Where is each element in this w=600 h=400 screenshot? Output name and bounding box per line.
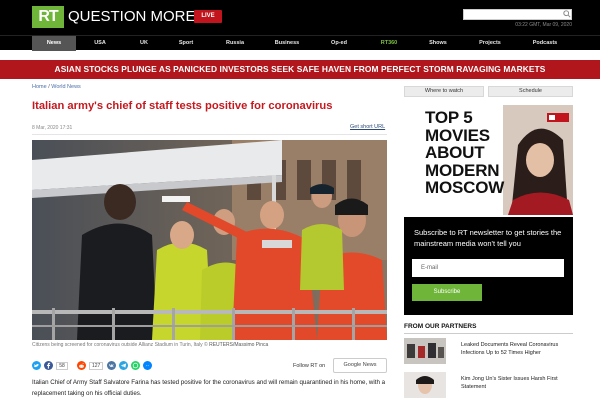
- nav-projects[interactable]: Projects: [473, 36, 507, 51]
- caption-credit: REUTERS/Massimo Pinca: [209, 342, 269, 348]
- breadcrumb-section[interactable]: World News: [51, 84, 81, 90]
- promo-line: MOVIES: [425, 125, 490, 145]
- promo-line: TOP 5: [425, 108, 473, 127]
- promo-line: MOSCOW: [425, 178, 505, 197]
- promo-line: ABOUT: [425, 143, 485, 162]
- live-button[interactable]: LIVE: [194, 10, 222, 23]
- nav-op-ed[interactable]: Op-ed: [322, 36, 356, 51]
- page: RT QUESTION MORE LIVE 03:22 GMT, Mar 09,…: [0, 0, 600, 400]
- breadcrumb: Home / World News: [32, 84, 81, 90]
- photo-illustration: [32, 140, 387, 340]
- nav-business[interactable]: Business: [268, 36, 306, 51]
- partners-divider: [404, 333, 573, 334]
- nav-news[interactable]: News: [32, 36, 76, 51]
- search-icon[interactable]: [563, 10, 571, 18]
- partner-title: Leaked Documents Reveal Coronavirus Infe…: [461, 342, 559, 356]
- nav-usa[interactable]: USA: [86, 36, 114, 51]
- where-to-watch-button[interactable]: Where to watch: [404, 86, 484, 97]
- partner-thumbnail: [404, 372, 446, 398]
- newsletter-text: Subscribe to RT newsletter to get storie…: [414, 228, 562, 248]
- article-body: Italian Chief of Army Staff Salvatore Fa…: [32, 379, 386, 397]
- title-divider: [32, 134, 387, 135]
- partners-heading: FROM OUR PARTNERS: [404, 323, 477, 330]
- partner-item[interactable]: Kim Jong Un's Sister Issues Harsh First …: [404, 372, 573, 398]
- nav-shows[interactable]: Shows: [423, 36, 453, 51]
- reddit-icon[interactable]: [77, 361, 86, 370]
- google-news-button[interactable]: Google News: [333, 358, 387, 373]
- facebook-share-count: 58: [56, 362, 68, 370]
- nav-russia[interactable]: Russia: [218, 36, 252, 51]
- partner-item[interactable]: Leaked Documents Reveal Coronavirus Infe…: [404, 338, 573, 364]
- search-input[interactable]: [463, 9, 572, 20]
- nav-podcasts[interactable]: Podcasts: [526, 36, 564, 51]
- nav-rt360[interactable]: RT360: [372, 36, 406, 51]
- partner-title: Kim Jong Un's Sister Issues Harsh First …: [461, 376, 558, 390]
- promo-banner[interactable]: TOP 5 MOVIES ABOUT MODERN MOSCOW: [423, 105, 573, 215]
- twitter-icon[interactable]: [32, 361, 41, 370]
- email-field[interactable]: E-mail: [412, 259, 564, 277]
- caption-text: Citizens being screened for coronavirus …: [32, 342, 208, 348]
- promo-image: [503, 105, 573, 215]
- reddit-share-count: 127: [89, 362, 103, 370]
- messenger-icon[interactable]: [143, 361, 152, 370]
- subscribe-button[interactable]: Subscribe: [412, 284, 482, 301]
- article-photo: [32, 140, 387, 340]
- rt-logo[interactable]: RT: [32, 6, 64, 28]
- datetime: 03:22 GMT, Mar 09, 2020: [515, 22, 572, 28]
- nav-uk[interactable]: UK: [130, 36, 158, 51]
- article-title: Italian army's chief of staff tests posi…: [32, 100, 333, 112]
- main-nav: News USA UK Sport Russia Business Op-ed …: [0, 35, 600, 51]
- telegram-icon[interactable]: [119, 361, 128, 370]
- schedule-button[interactable]: Schedule: [488, 86, 573, 97]
- short-url-link[interactable]: Get short URL: [350, 124, 385, 130]
- newsletter-box: Subscribe to RT newsletter to get storie…: [404, 217, 573, 315]
- facebook-icon[interactable]: [44, 361, 53, 370]
- vk-icon[interactable]: [107, 361, 116, 370]
- promo-title: TOP 5 MOVIES ABOUT MODERN MOSCOW: [425, 109, 504, 197]
- slogan: QUESTION MORE: [68, 8, 196, 25]
- whatsapp-icon[interactable]: [131, 361, 140, 370]
- breadcrumb-home[interactable]: Home: [32, 84, 47, 90]
- partner-thumbnail: [404, 338, 446, 364]
- nav-sport[interactable]: Sport: [172, 36, 200, 51]
- promo-line: MODERN: [425, 160, 500, 180]
- breaking-news-banner[interactable]: ASIAN STOCKS PLUNGE AS PANICKED INVESTOR…: [0, 60, 600, 79]
- follow-label: Follow RT on: [293, 363, 326, 369]
- photo-caption: Citizens being screened for coronavirus …: [32, 342, 268, 348]
- top-header: RT QUESTION MORE LIVE 03:22 GMT, Mar 09,…: [0, 0, 600, 35]
- article-date: 8 Mar, 2020 17:31: [32, 125, 73, 131]
